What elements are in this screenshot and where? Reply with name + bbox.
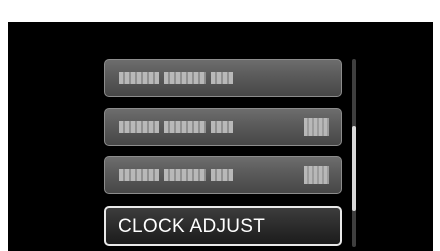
label-block xyxy=(211,169,233,181)
camera-menu-screen: CLOCK ADJUST xyxy=(8,22,433,251)
menu-item-value xyxy=(304,166,329,184)
menu-item-2[interactable] xyxy=(104,108,342,146)
clock-adjust-label: CLOCK ADJUST xyxy=(118,216,266,237)
label-block xyxy=(119,121,159,133)
menu-item-label-garbled xyxy=(119,169,233,181)
label-block xyxy=(164,121,206,133)
scrollbar[interactable] xyxy=(352,59,356,247)
scrollbar-thumb[interactable] xyxy=(352,126,356,211)
label-block xyxy=(119,72,159,84)
menu-item-label-garbled xyxy=(119,121,233,133)
label-block xyxy=(164,72,206,84)
menu-item-value xyxy=(304,118,329,136)
label-block xyxy=(164,169,206,181)
label-block xyxy=(211,72,233,84)
menu-item-label-garbled xyxy=(119,72,233,84)
menu-item-1[interactable] xyxy=(104,59,342,97)
label-block xyxy=(119,169,159,181)
clock-adjust-menu-item[interactable]: CLOCK ADJUST xyxy=(104,206,342,246)
label-block xyxy=(211,121,233,133)
menu-item-3[interactable] xyxy=(104,156,342,194)
